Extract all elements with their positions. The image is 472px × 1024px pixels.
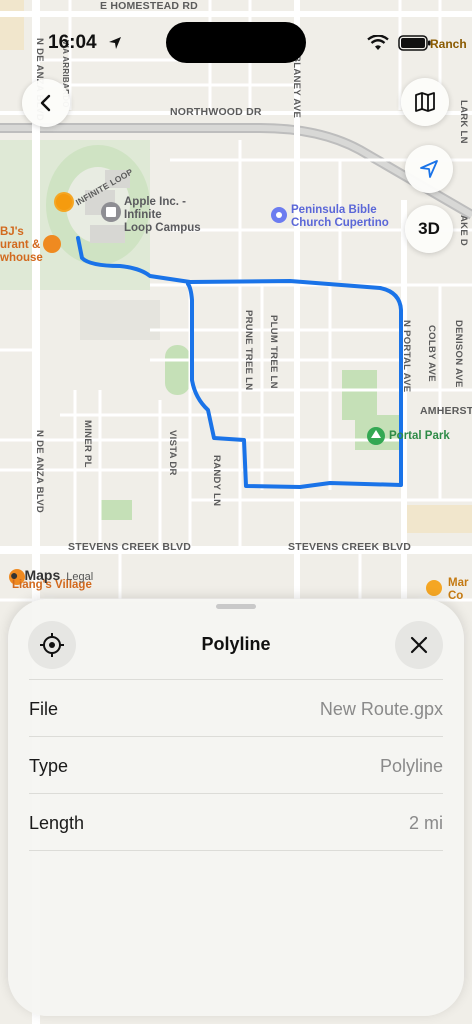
detail-value: 2 mi xyxy=(408,813,443,833)
view-3d-label: 3D xyxy=(418,219,440,238)
sheet-grabber[interactable] xyxy=(216,604,256,609)
street-label: STEVENS CREEK BLVD xyxy=(288,541,412,553)
street-label: STEVENS CREEK BLVD xyxy=(68,541,192,553)
details-sheet: Polyline File New Route.gpx Type Polylin… xyxy=(8,599,464,1016)
legal-link[interactable]: Legal xyxy=(66,571,93,583)
map-icon xyxy=(415,92,435,112)
dynamic-island xyxy=(166,22,306,63)
detail-key: Type xyxy=(29,756,69,776)
map-attribution: ● Maps Legal xyxy=(10,567,93,583)
back-button[interactable] xyxy=(22,79,70,127)
detail-row-type: Type Polyline xyxy=(29,736,443,793)
status-time: 16:04 xyxy=(48,32,97,53)
status-bar: 16:04 Ranch xyxy=(0,0,472,63)
detail-key: File xyxy=(29,699,59,719)
poi-right-edge[interactable]: Mar Co xyxy=(448,577,468,603)
map-style-button[interactable] xyxy=(401,78,449,126)
view-3d-button[interactable]: 3D xyxy=(405,205,453,253)
street-label: N PORTAL AVE xyxy=(401,320,412,393)
street-label: AMHERST D xyxy=(420,405,472,417)
close-icon xyxy=(410,636,428,654)
poi-portal-park[interactable]: Portal Park xyxy=(389,430,450,443)
close-button[interactable] xyxy=(395,621,443,669)
status-location-text: Ranch xyxy=(430,37,467,51)
street-label: VISTA DR xyxy=(167,430,178,476)
wifi-icon xyxy=(367,35,389,50)
apple-logo-icon: ● xyxy=(10,567,19,583)
street-label: COLBY AVE xyxy=(426,325,437,382)
street-label: N DE ANZA BLVD xyxy=(34,430,45,514)
street-label: NORTHWOOD DR xyxy=(170,106,262,118)
chevron-left-icon xyxy=(40,94,51,112)
detail-row-length: Length 2 mi xyxy=(29,793,443,851)
street-label: PRUNE TREE LN xyxy=(243,310,254,391)
detail-row-file: File New Route.gpx xyxy=(29,679,443,736)
detail-value: New Route.gpx xyxy=(319,699,443,719)
battery-icon xyxy=(398,35,431,51)
poi-apple-campus[interactable]: Apple Inc. - Infinite Loop Campus xyxy=(124,196,201,235)
poi-bjs[interactable]: BJ's urant & whouse xyxy=(0,226,43,265)
maps-brand: Maps xyxy=(24,567,61,583)
locate-me-button[interactable] xyxy=(405,145,453,193)
street-label: PLUM TREE LN xyxy=(268,315,279,389)
detail-value: Polyline xyxy=(379,756,443,776)
poi-church[interactable]: Peninsula Bible Church Cupertino xyxy=(291,204,389,230)
street-label: AKE D xyxy=(458,215,469,247)
street-label: LARK LN xyxy=(458,100,469,144)
street-label: RANDY LN xyxy=(211,455,222,507)
street-label: DENISON AVE xyxy=(453,320,464,388)
detail-key: Length xyxy=(29,813,85,833)
location-services-icon xyxy=(109,37,121,49)
street-label: MINER PL xyxy=(82,420,93,468)
location-arrow-icon xyxy=(420,160,438,178)
